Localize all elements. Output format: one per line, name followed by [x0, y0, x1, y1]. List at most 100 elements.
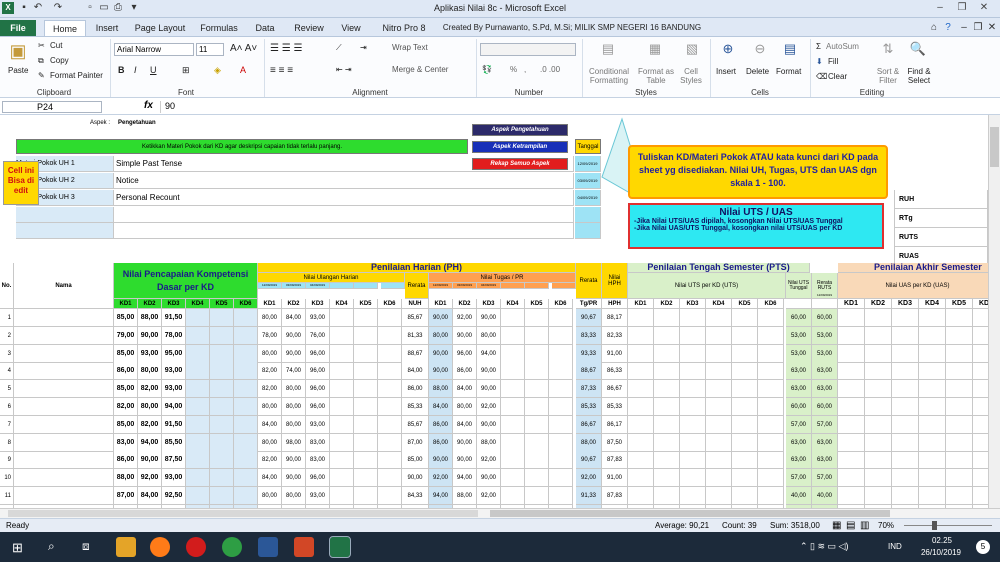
- uh-score[interactable]: 98,00: [282, 434, 306, 452]
- kd-score[interactable]: 92,00: [138, 469, 162, 487]
- number-format-combo[interactable]: [480, 43, 576, 56]
- header-date-empty[interactable]: [525, 283, 549, 289]
- uas-kd-score[interactable]: [865, 451, 892, 469]
- kd-score[interactable]: [186, 309, 210, 327]
- ruts-score[interactable]: 63,00: [812, 451, 838, 469]
- tugas-score[interactable]: [549, 398, 573, 416]
- cut-icon[interactable]: ✂: [38, 41, 45, 50]
- fx-icon[interactable]: fx: [144, 100, 153, 111]
- kd-score[interactable]: 94,00: [138, 434, 162, 452]
- uas-kd-score[interactable]: [838, 380, 865, 398]
- uts-score[interactable]: 60,00: [786, 309, 812, 327]
- uas-kd-score[interactable]: [865, 416, 892, 434]
- uas-kd-score[interactable]: [946, 380, 973, 398]
- grow-font-icon[interactable]: A˄ A˅: [230, 43, 257, 54]
- uas-kd-score[interactable]: [919, 327, 946, 345]
- uas-kd-score[interactable]: [892, 487, 919, 505]
- uh-score[interactable]: [354, 398, 378, 416]
- header-kd[interactable]: KD3: [680, 299, 706, 309]
- uas-kd-score[interactable]: [946, 398, 973, 416]
- uts-kd-score[interactable]: [654, 451, 680, 469]
- opera-icon[interactable]: [186, 537, 206, 557]
- hph-score[interactable]: 86,33: [602, 362, 628, 380]
- kd-score[interactable]: [210, 487, 234, 505]
- uts-kd-score[interactable]: [654, 327, 680, 345]
- uts-score[interactable]: 63,00: [786, 434, 812, 452]
- minimize-button[interactable]: –: [930, 1, 950, 15]
- wb-close-icon[interactable]: ✕: [986, 22, 998, 34]
- delete-cells-button[interactable]: Delete: [746, 67, 769, 76]
- kd-score[interactable]: 85,50: [162, 434, 186, 452]
- uh-score[interactable]: [354, 380, 378, 398]
- uh-score[interactable]: 96,00: [306, 362, 330, 380]
- zoom-slider[interactable]: [904, 525, 992, 526]
- uh-score[interactable]: [330, 416, 354, 434]
- uh-score[interactable]: [354, 309, 378, 327]
- uas-kd-score[interactable]: [892, 416, 919, 434]
- row-number[interactable]: 1: [0, 309, 14, 327]
- tugas-score[interactable]: 94,00: [453, 469, 477, 487]
- kd-score[interactable]: [234, 345, 258, 363]
- uas-kd-score[interactable]: [865, 469, 892, 487]
- uh-score[interactable]: [330, 345, 354, 363]
- uts-kd-score[interactable]: [680, 451, 706, 469]
- uh-score[interactable]: [330, 327, 354, 345]
- header-date-empty[interactable]: [381, 283, 405, 289]
- tugas-score[interactable]: [549, 327, 573, 345]
- nuh-average[interactable]: 85,00: [402, 451, 429, 469]
- tab-view[interactable]: View: [336, 20, 366, 36]
- uas-kd-score[interactable]: [838, 345, 865, 363]
- uh-score[interactable]: [378, 398, 402, 416]
- kd-score[interactable]: 85,00: [114, 309, 138, 327]
- ruts-score[interactable]: 57,00: [812, 416, 838, 434]
- tugas-score[interactable]: 80,00: [429, 327, 453, 345]
- nuh-average[interactable]: 85,67: [402, 416, 429, 434]
- tugas-score[interactable]: 84,00: [453, 380, 477, 398]
- header-kd[interactable]: KD1: [429, 299, 453, 309]
- kd-score[interactable]: 80,00: [138, 362, 162, 380]
- format-cells-icon[interactable]: ▤: [780, 41, 800, 57]
- uts-kd-score[interactable]: [706, 380, 732, 398]
- header-kd[interactable]: KD6: [549, 299, 573, 309]
- kd-score[interactable]: [186, 487, 210, 505]
- chrome-icon[interactable]: [222, 537, 242, 557]
- kd-score[interactable]: 93,00: [162, 380, 186, 398]
- tgpr-average[interactable]: 93,33: [576, 345, 602, 363]
- header-kd[interactable]: KD2: [282, 299, 306, 309]
- percent-button[interactable]: %: [510, 65, 517, 74]
- ruts-score[interactable]: 57,00: [812, 469, 838, 487]
- uh-score[interactable]: [354, 451, 378, 469]
- uas-kd-score[interactable]: [865, 434, 892, 452]
- uts-kd-score[interactable]: [732, 398, 758, 416]
- tugas-score[interactable]: [525, 469, 549, 487]
- uas-kd-score[interactable]: [919, 469, 946, 487]
- uts-kd-score[interactable]: [628, 451, 654, 469]
- tugas-score[interactable]: [549, 451, 573, 469]
- tugas-score[interactable]: 90,00: [429, 309, 453, 327]
- uts-score[interactable]: 63,00: [786, 380, 812, 398]
- kd-score[interactable]: [234, 309, 258, 327]
- uh-score[interactable]: [330, 309, 354, 327]
- tugas-score[interactable]: 94,00: [477, 345, 501, 363]
- row-number[interactable]: 7: [0, 416, 14, 434]
- tugas-score[interactable]: 96,00: [453, 345, 477, 363]
- uh-score[interactable]: 82,00: [258, 451, 282, 469]
- uts-kd-score[interactable]: [732, 309, 758, 327]
- header-kd[interactable]: KD4: [501, 299, 525, 309]
- name-box[interactable]: P24: [2, 101, 102, 113]
- uas-kd-score[interactable]: [919, 434, 946, 452]
- tugas-score[interactable]: [501, 469, 525, 487]
- uas-kd-score[interactable]: [919, 451, 946, 469]
- kd-score[interactable]: [186, 416, 210, 434]
- nuh-average[interactable]: 90,00: [402, 469, 429, 487]
- header-kd[interactable]: KD4: [706, 299, 732, 309]
- kd-score[interactable]: [186, 469, 210, 487]
- uh-score[interactable]: [378, 487, 402, 505]
- uts-kd-score[interactable]: [680, 398, 706, 416]
- kd-score[interactable]: [234, 469, 258, 487]
- header-kd[interactable]: KD4: [186, 299, 210, 309]
- uts-kd-score[interactable]: [706, 398, 732, 416]
- tugas-score[interactable]: 90,00: [477, 362, 501, 380]
- header-kd[interactable]: KD3: [892, 299, 919, 309]
- uts-kd-score[interactable]: [758, 327, 784, 345]
